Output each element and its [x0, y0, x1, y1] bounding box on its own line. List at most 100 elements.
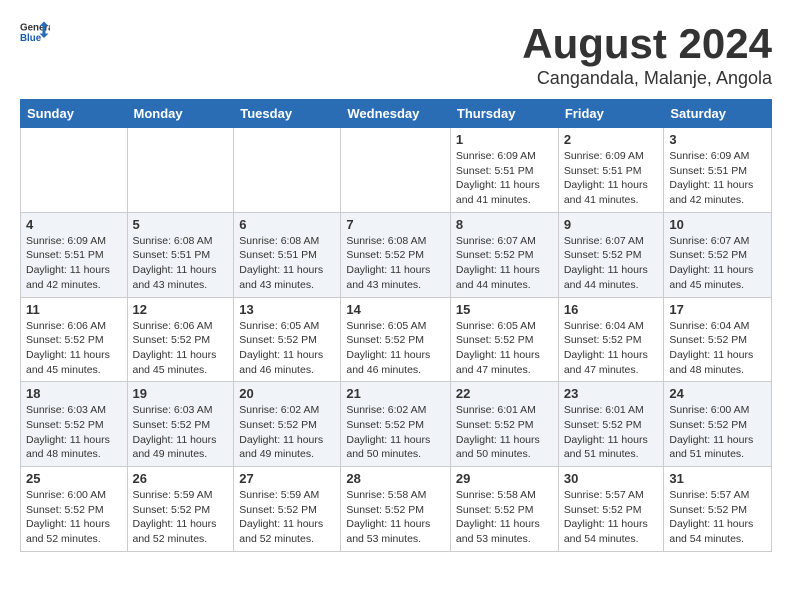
day-info: Sunrise: 5:59 AMSunset: 5:52 PMDaylight:… [133, 488, 229, 547]
calendar-cell: 8 Sunrise: 6:07 AMSunset: 5:52 PMDaylight… [450, 212, 558, 297]
day-number: 24 [669, 386, 766, 401]
day-number: 22 [456, 386, 553, 401]
day-info: Sunrise: 6:00 AMSunset: 5:52 PMDaylight:… [26, 488, 122, 547]
day-info: Sunrise: 6:05 AMSunset: 5:52 PMDaylight:… [456, 319, 553, 378]
day-info: Sunrise: 6:08 AMSunset: 5:51 PMDaylight:… [133, 234, 229, 293]
calendar-cell: 10 Sunrise: 6:07 AMSunset: 5:52 PMDayligh… [664, 212, 772, 297]
day-info: Sunrise: 6:00 AMSunset: 5:52 PMDaylight:… [669, 403, 766, 462]
calendar-cell [341, 128, 451, 213]
day-info: Sunrise: 6:07 AMSunset: 5:52 PMDaylight:… [456, 234, 553, 293]
day-number: 3 [669, 132, 766, 147]
day-number: 27 [239, 471, 335, 486]
day-info: Sunrise: 5:58 AMSunset: 5:52 PMDaylight:… [346, 488, 445, 547]
calendar-cell [127, 128, 234, 213]
day-header-sunday: Sunday [21, 100, 128, 128]
calendar-cell: 25 Sunrise: 6:00 AMSunset: 5:52 PMDayligh… [21, 467, 128, 552]
day-info: Sunrise: 6:08 AMSunset: 5:51 PMDaylight:… [239, 234, 335, 293]
day-header-thursday: Thursday [450, 100, 558, 128]
day-header-friday: Friday [558, 100, 664, 128]
subtitle: Cangandala, Malanje, Angola [522, 68, 772, 89]
day-header-saturday: Saturday [664, 100, 772, 128]
calendar-cell: 15 Sunrise: 6:05 AMSunset: 5:52 PMDayligh… [450, 297, 558, 382]
calendar-cell: 28 Sunrise: 5:58 AMSunset: 5:52 PMDayligh… [341, 467, 451, 552]
day-info: Sunrise: 6:09 AMSunset: 5:51 PMDaylight:… [669, 149, 766, 208]
logo-icon: General Blue [20, 20, 50, 44]
calendar-cell: 26Sunrise: 5:59 AMSunset: 5:52 PMDayligh… [127, 467, 234, 552]
calendar-cell: 11Sunrise: 6:06 AMSunset: 5:52 PMDayligh… [21, 297, 128, 382]
day-info: Sunrise: 6:02 AMSunset: 5:52 PMDaylight:… [346, 403, 445, 462]
day-number: 19 [133, 386, 229, 401]
day-info: Sunrise: 6:03 AMSunset: 5:52 PMDaylight:… [133, 403, 229, 462]
calendar-cell: 20 Sunrise: 6:02 AMSunset: 5:52 PMDayligh… [234, 382, 341, 467]
day-info: Sunrise: 5:59 AMSunset: 5:52 PMDaylight:… [239, 488, 335, 547]
page-header: General Blue August 2024 Cangandala, Mal… [20, 20, 772, 89]
day-info: Sunrise: 6:01 AMSunset: 5:52 PMDaylight:… [456, 403, 553, 462]
calendar-cell: 21Sunrise: 6:02 AMSunset: 5:52 PMDayligh… [341, 382, 451, 467]
day-number: 30 [564, 471, 659, 486]
day-number: 6 [239, 217, 335, 232]
days-of-week-row: SundayMondayTuesdayWednesdayThursdayFrid… [21, 100, 772, 128]
day-number: 14 [346, 302, 445, 317]
day-info: Sunrise: 5:58 AMSunset: 5:52 PMDaylight:… [456, 488, 553, 547]
calendar-cell: 1Sunrise: 6:09 AMSunset: 5:51 PMDaylight… [450, 128, 558, 213]
calendar-cell: 29 Sunrise: 5:58 AMSunset: 5:52 PMDayligh… [450, 467, 558, 552]
day-number: 28 [346, 471, 445, 486]
day-info: Sunrise: 6:02 AMSunset: 5:52 PMDaylight:… [239, 403, 335, 462]
day-number: 4 [26, 217, 122, 232]
day-info: Sunrise: 6:04 AMSunset: 5:52 PMDaylight:… [564, 319, 659, 378]
day-number: 8 [456, 217, 553, 232]
calendar-cell: 12Sunrise: 6:06 AMSunset: 5:52 PMDayligh… [127, 297, 234, 382]
day-header-monday: Monday [127, 100, 234, 128]
day-number: 29 [456, 471, 553, 486]
week-row-2: 4 Sunrise: 6:09 AMSunset: 5:51 PMDaylight… [21, 212, 772, 297]
calendar-table: SundayMondayTuesdayWednesdayThursdayFrid… [20, 99, 772, 552]
day-info: Sunrise: 6:09 AMSunset: 5:51 PMDaylight:… [26, 234, 122, 293]
calendar-cell: 17 Sunrise: 6:04 AMSunset: 5:52 PMDayligh… [664, 297, 772, 382]
calendar-cell: 24 Sunrise: 6:00 AMSunset: 5:52 PMDayligh… [664, 382, 772, 467]
week-row-4: 18 Sunrise: 6:03 AMSunset: 5:52 PMDayligh… [21, 382, 772, 467]
day-number: 2 [564, 132, 659, 147]
day-number: 17 [669, 302, 766, 317]
day-info: Sunrise: 6:09 AMSunset: 5:51 PMDaylight:… [456, 149, 553, 208]
title-area: August 2024 Cangandala, Malanje, Angola [522, 20, 772, 89]
day-info: Sunrise: 6:07 AMSunset: 5:52 PMDaylight:… [669, 234, 766, 293]
calendar-cell: 3 Sunrise: 6:09 AMSunset: 5:51 PMDaylight… [664, 128, 772, 213]
calendar-cell: 2 Sunrise: 6:09 AMSunset: 5:51 PMDaylight… [558, 128, 664, 213]
day-number: 18 [26, 386, 122, 401]
day-info: Sunrise: 5:57 AMSunset: 5:52 PMDaylight:… [564, 488, 659, 547]
svg-text:Blue: Blue [20, 33, 42, 44]
calendar-cell: 30 Sunrise: 5:57 AMSunset: 5:52 PMDayligh… [558, 467, 664, 552]
calendar-cell: 18 Sunrise: 6:03 AMSunset: 5:52 PMDayligh… [21, 382, 128, 467]
calendar-cell: 13Sunrise: 6:05 AMSunset: 5:52 PMDayligh… [234, 297, 341, 382]
day-info: Sunrise: 6:05 AMSunset: 5:52 PMDaylight:… [346, 319, 445, 378]
day-number: 10 [669, 217, 766, 232]
day-info: Sunrise: 6:09 AMSunset: 5:51 PMDaylight:… [564, 149, 659, 208]
calendar-cell: 7 Sunrise: 6:08 AMSunset: 5:52 PMDaylight… [341, 212, 451, 297]
day-number: 16 [564, 302, 659, 317]
calendar-cell: 19 Sunrise: 6:03 AMSunset: 5:52 PMDayligh… [127, 382, 234, 467]
day-header-wednesday: Wednesday [341, 100, 451, 128]
day-info: Sunrise: 6:06 AMSunset: 5:52 PMDaylight:… [26, 319, 122, 378]
day-info: Sunrise: 6:04 AMSunset: 5:52 PMDaylight:… [669, 319, 766, 378]
main-title: August 2024 [522, 20, 772, 68]
day-info: Sunrise: 6:01 AMSunset: 5:52 PMDaylight:… [564, 403, 659, 462]
day-number: 31 [669, 471, 766, 486]
day-number: 20 [239, 386, 335, 401]
day-number: 15 [456, 302, 553, 317]
calendar-cell [234, 128, 341, 213]
calendar-cell: 6 Sunrise: 6:08 AMSunset: 5:51 PMDaylight… [234, 212, 341, 297]
day-number: 25 [26, 471, 122, 486]
calendar-cell: 27 Sunrise: 5:59 AMSunset: 5:52 PMDayligh… [234, 467, 341, 552]
calendar-header: SundayMondayTuesdayWednesdayThursdayFrid… [21, 100, 772, 128]
calendar-cell: 22 Sunrise: 6:01 AMSunset: 5:52 PMDayligh… [450, 382, 558, 467]
logo: General Blue [20, 20, 50, 44]
calendar-cell: 5Sunrise: 6:08 AMSunset: 5:51 PMDaylight… [127, 212, 234, 297]
day-number: 12 [133, 302, 229, 317]
day-info: Sunrise: 6:08 AMSunset: 5:52 PMDaylight:… [346, 234, 445, 293]
day-info: Sunrise: 6:07 AMSunset: 5:52 PMDaylight:… [564, 234, 659, 293]
day-number: 7 [346, 217, 445, 232]
calendar-cell [21, 128, 128, 213]
day-info: Sunrise: 6:03 AMSunset: 5:52 PMDaylight:… [26, 403, 122, 462]
week-row-5: 25 Sunrise: 6:00 AMSunset: 5:52 PMDayligh… [21, 467, 772, 552]
day-header-tuesday: Tuesday [234, 100, 341, 128]
